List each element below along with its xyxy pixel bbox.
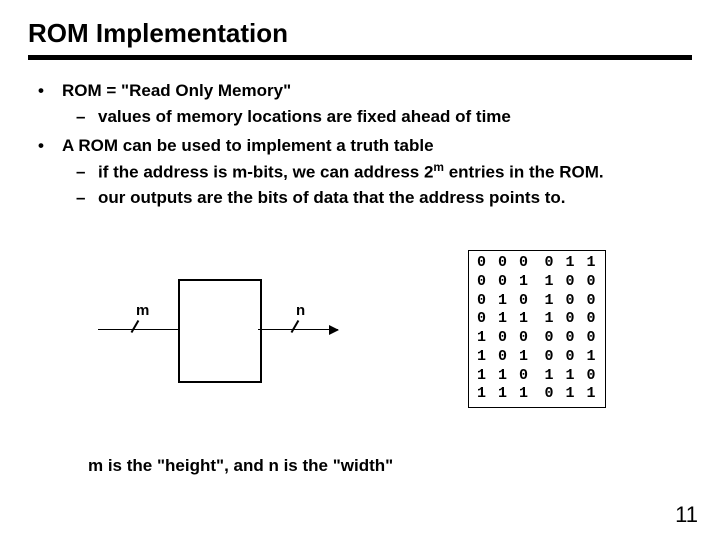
label-n: n xyxy=(296,302,305,319)
bullet-2-text: A ROM can be used to implement a truth t… xyxy=(62,136,434,155)
bullet-2a-post: entries in the ROM. xyxy=(444,162,604,181)
bullet-2b: our outputs are the bits of data that th… xyxy=(76,185,692,211)
bullet-1a: values of memory locations are fixed ahe… xyxy=(76,104,692,130)
bullet-2-sub: if the address is m-bits, we can address… xyxy=(62,159,692,211)
rom-block-diagram: m n xyxy=(88,274,348,384)
bullet-1-text: ROM = "Read Only Memory" xyxy=(62,81,291,100)
bullet-1-sub: values of memory locations are fixed ahe… xyxy=(62,104,692,130)
bullet-2a-sup: m xyxy=(433,160,444,174)
rom-box xyxy=(178,279,262,383)
bus-slash-in xyxy=(131,320,152,340)
page-number: 11 xyxy=(675,502,698,528)
bullet-2a: if the address is m-bits, we can address… xyxy=(76,159,692,185)
title-rule xyxy=(28,55,692,60)
label-m: m xyxy=(136,302,149,319)
truth-table: 0 0 0 0 1 1 0 0 1 1 0 0 0 1 0 1 0 0 0 1 … xyxy=(468,250,606,408)
bullet-list: ROM = "Read Only Memory" values of memor… xyxy=(28,78,692,210)
slide: ROM Implementation ROM = "Read Only Memo… xyxy=(0,0,720,540)
arrow-right-icon xyxy=(329,325,339,335)
bus-slash-out xyxy=(291,320,312,340)
figure-caption: m is the "height", and n is the "width" xyxy=(88,456,692,476)
figure-row: m n 0 0 0 0 1 1 0 0 1 1 0 0 0 1 0 1 0 0 … xyxy=(28,250,692,408)
bullet-2a-pre: if the address is m-bits, we can address… xyxy=(98,162,433,181)
page-title: ROM Implementation xyxy=(28,18,692,49)
bullet-2: A ROM can be used to implement a truth t… xyxy=(38,133,692,210)
bullet-1: ROM = "Read Only Memory" values of memor… xyxy=(38,78,692,129)
